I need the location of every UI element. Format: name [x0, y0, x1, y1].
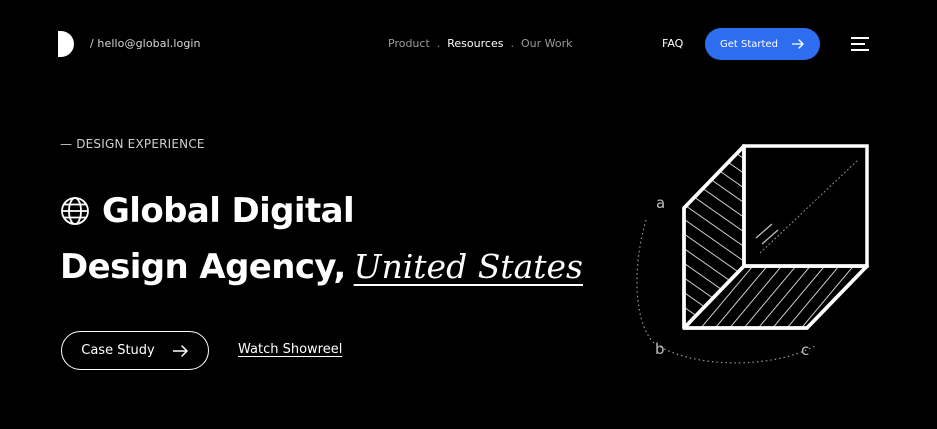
hero-title-text-2: Design Agency, — [60, 247, 346, 287]
nav-resources[interactable]: Resources — [447, 37, 503, 50]
get-started-button[interactable]: Get Started — [705, 28, 820, 60]
hero-title-line1: Global Digital — [60, 183, 583, 239]
globe-icon — [61, 197, 89, 225]
axis-label-a: a — [656, 194, 666, 212]
axis-label-c: c — [801, 341, 810, 359]
nav-product[interactable]: Product — [388, 37, 430, 50]
case-study-button[interactable]: Case Study — [61, 331, 209, 370]
watch-showreel-link[interactable]: Watch Showreel — [238, 342, 342, 357]
cube-illustration: a b c — [630, 138, 880, 378]
arrow-right-icon — [791, 39, 804, 49]
nav-our-work[interactable]: Our Work — [521, 37, 573, 50]
hero-title: Global Digital Design Agency, United Stat… — [60, 183, 583, 295]
axis-label-b: b — [655, 340, 665, 358]
faq-link[interactable]: FAQ — [662, 37, 683, 50]
nav-separator: . — [510, 37, 514, 50]
nav-separator: . — [436, 37, 441, 50]
logo-icon[interactable] — [58, 31, 74, 57]
hero-title-emphasis: United States — [353, 247, 583, 286]
arrow-right-icon — [172, 344, 188, 357]
hero-title-text-1: Global Digital — [102, 191, 355, 231]
eyebrow-text: — DESIGN EXPERIENCE — [60, 137, 205, 151]
cube-icon — [636, 144, 869, 364]
main-nav: Product . Resources . Our Work — [388, 37, 572, 50]
hero-title-line2: Design Agency, United States — [60, 239, 583, 295]
get-started-label: Get Started — [720, 38, 778, 50]
menu-icon[interactable] — [851, 37, 869, 51]
case-study-label: Case Study — [81, 343, 155, 358]
page: / hello@global.login Product . Resources… — [0, 0, 937, 429]
contact-email[interactable]: / hello@global.login — [90, 37, 201, 50]
